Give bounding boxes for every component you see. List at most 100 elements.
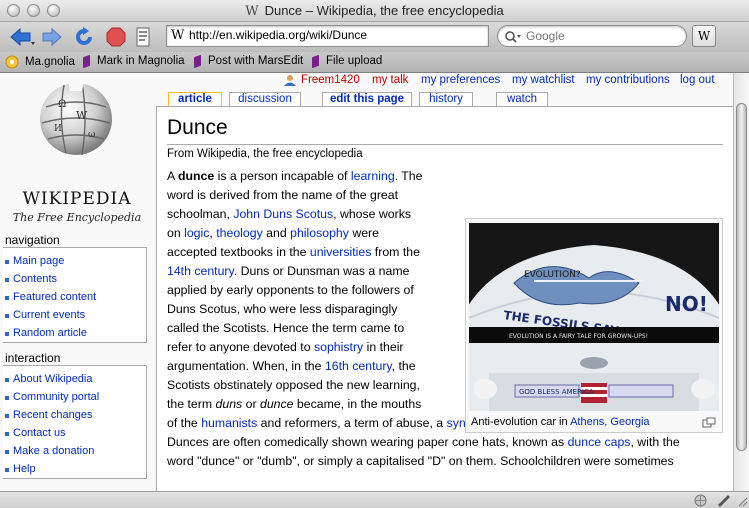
article-link[interactable]: theology (216, 226, 263, 240)
article-link[interactable]: humanists (201, 416, 257, 430)
tab-discussion[interactable]: discussion (229, 92, 301, 107)
bookmark-label: Ma.gnolia (25, 56, 75, 68)
article-text: refer to anyone devoted to (167, 340, 314, 354)
article-content: Dunce From Wikipedia, the free encyclope… (156, 106, 733, 491)
bookmark-label: Mark in Magnolia (97, 55, 185, 67)
article-text: . Duns or Dunsman was a name (233, 264, 410, 278)
svg-text:И: И (54, 124, 62, 134)
url-input[interactable] (189, 28, 484, 42)
view-source-button[interactable] (134, 26, 152, 48)
nav-featured-content[interactable]: Featured content (5, 291, 96, 303)
article-text: . The (394, 169, 423, 183)
back-button[interactable] (8, 26, 36, 48)
window-title: W Dunce – Wikipedia, the free encyclopedi… (0, 3, 749, 19)
nav-current-events[interactable]: Current events (5, 309, 86, 321)
article-link[interactable]: sophistry (314, 340, 363, 354)
tab-article[interactable]: article (168, 92, 222, 107)
article-link[interactable]: dunce caps (568, 435, 631, 449)
article-text: and (262, 226, 291, 240)
nav-about-wikipedia[interactable]: About Wikipedia (5, 373, 93, 385)
car-photo[interactable]: EVOLUTION? NO! THE FOSSILS SAY EVOLUTION… (469, 223, 719, 411)
bookmark-post-with-marsedit[interactable]: Post with MarsEdit (194, 54, 303, 68)
scrollbar-thumb[interactable] (736, 103, 747, 451)
article-text: in their (363, 340, 404, 354)
magnolia-flower-icon (5, 55, 19, 69)
my-talk-link[interactable]: my talk (372, 74, 408, 86)
bullet (5, 332, 9, 336)
bullet (5, 432, 9, 436)
my-contributions-link[interactable]: my contributions (586, 74, 670, 86)
article-line: A dunce is a person incapable of learnin… (167, 169, 422, 183)
article-link[interactable]: logic (184, 226, 209, 240)
nav-contents[interactable]: Contents (5, 273, 58, 285)
nav-label: Current events (13, 309, 86, 321)
bookmark-magnolia[interactable]: Ma.gnolia (5, 55, 75, 69)
log-out-link[interactable]: log out (680, 74, 715, 86)
page-title: Dunce (167, 116, 228, 139)
bullet (5, 414, 9, 418)
article-line: on logic, theology and philosophy were (167, 226, 379, 240)
search-bar[interactable] (497, 25, 687, 47)
article-line: schoolman, John Duns Scotus, whose works (167, 207, 411, 221)
article-line: Dunces are often comedically shown weari… (167, 435, 680, 449)
forward-button[interactable] (40, 26, 64, 48)
my-watchlist-link[interactable]: my watchlist (512, 74, 575, 86)
article-link[interactable]: John Duns Scotus (233, 207, 333, 221)
bookmarklet-icon (194, 54, 201, 68)
stop-button[interactable] (104, 26, 128, 48)
bookmark-mark-in-magnolia[interactable]: Mark in Magnolia (83, 54, 185, 68)
bookmark-file-upload[interactable]: File upload (312, 54, 382, 68)
site-favicon-icon: W (171, 28, 185, 43)
interaction-heading: interaction (5, 351, 61, 365)
car-photo-illustration: EVOLUTION? NO! THE FOSSILS SAY EVOLUTION… (469, 223, 719, 411)
article-text: is a person incapable of (214, 169, 351, 183)
car-no-text: NO! (665, 292, 708, 316)
article-text: of the (167, 416, 202, 430)
caption-link-athens[interactable]: Athens, Georgia (570, 416, 650, 428)
magnify-icon[interactable] (702, 417, 716, 428)
my-preferences-link[interactable]: my preferences (421, 74, 500, 86)
browser-toolbar: W W (0, 22, 749, 52)
article-text: , whose works (333, 207, 412, 221)
article-link[interactable]: learning (351, 169, 395, 183)
nav-random-article[interactable]: Random article (5, 327, 87, 339)
article-link[interactable]: 16th century (325, 359, 392, 373)
nav-label: Contents (13, 273, 58, 285)
wikipedia-logo[interactable]: Ω W И ω Wikipedia The Free Encyclopedia (8, 75, 146, 227)
resize-grip-icon (738, 497, 748, 507)
bullet (5, 314, 9, 318)
nav-contact-us[interactable]: Contact us (5, 427, 66, 439)
address-bar[interactable]: W (166, 25, 489, 47)
window-titlebar: W Dunce – Wikipedia, the free encyclopedi… (0, 0, 749, 22)
nav-community-portal[interactable]: Community portal (5, 391, 99, 403)
tab-history[interactable]: history (419, 92, 473, 107)
user-page-link[interactable]: Freem1420 (301, 74, 360, 86)
page-viewport: Freem1420 my talk my preferences my watc… (0, 73, 733, 491)
search-input[interactable] (526, 29, 676, 43)
logo-wordmark: Wikipedia (22, 189, 132, 209)
bullet (5, 450, 9, 454)
nav-help[interactable]: Help (5, 463, 36, 475)
wikipedia-search-button[interactable]: W (692, 25, 716, 47)
tab-watch[interactable]: watch (496, 92, 548, 107)
nav-label: Main page (13, 255, 65, 267)
article-line: refer to anyone devoted to sophistry in … (167, 340, 404, 354)
article-text: became, in the mouths (293, 397, 422, 411)
reload-button[interactable] (72, 26, 96, 48)
article-line: argumentation. When, in the 16th century… (167, 359, 416, 373)
tab-edit[interactable]: edit this page (322, 92, 412, 107)
vertical-scrollbar[interactable] (733, 73, 749, 491)
nav-main-page[interactable]: Main page (5, 255, 65, 267)
article-link[interactable]: 14th century (167, 264, 234, 278)
nav-make-a-donation[interactable]: Make a donation (5, 445, 95, 457)
article-link[interactable]: universities (310, 245, 372, 259)
article-link[interactable]: philosophy (290, 226, 349, 240)
nav-label: Recent changes (13, 409, 93, 421)
nav-recent-changes[interactable]: Recent changes (5, 409, 93, 421)
nav-label: Make a donation (13, 445, 95, 457)
article-text: , with the (630, 435, 680, 449)
document-icon (136, 27, 150, 47)
interaction-portlet: About Wikipedia Community portal Recent … (3, 365, 147, 479)
article-text: Duns Scotus, who were less disparagingly (167, 302, 398, 316)
image-caption: Anti-evolution car in Athens, Georgia (471, 416, 650, 428)
